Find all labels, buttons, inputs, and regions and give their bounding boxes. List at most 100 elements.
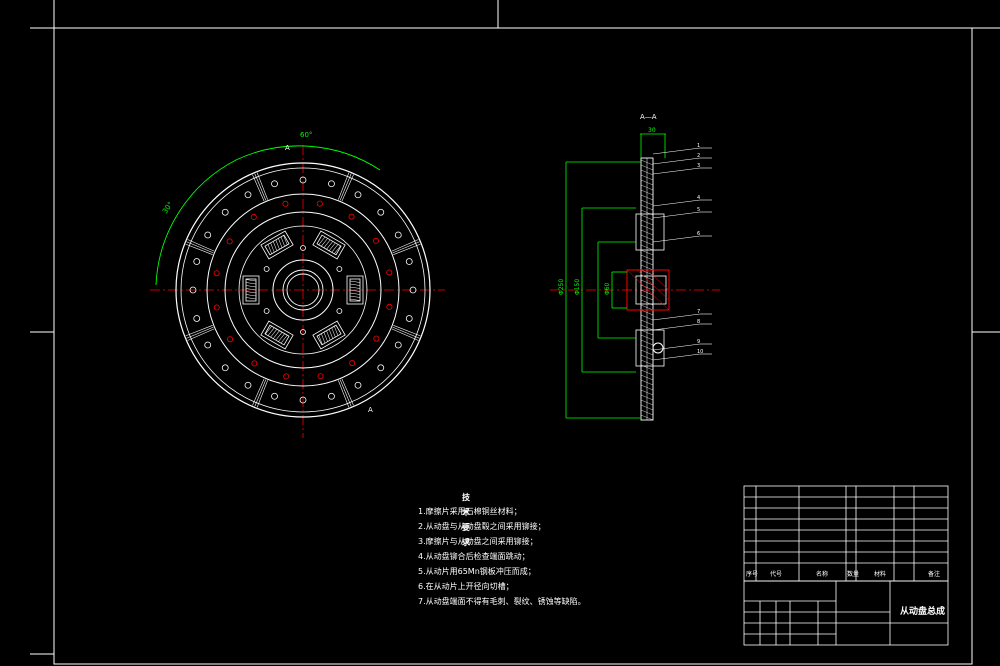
rivet-hole-inner: [316, 200, 323, 207]
rivet-hole: [394, 341, 402, 349]
rivet-hole: [221, 364, 229, 372]
rivet-hole: [394, 231, 402, 239]
part-balloon: 10: [697, 349, 703, 355]
rivet-hole: [193, 258, 201, 265]
hub-hole: [263, 308, 270, 314]
title-block: [743, 485, 949, 646]
rivet-hole: [271, 392, 278, 400]
rivet-hole: [221, 208, 229, 216]
table-header-material: 材料: [874, 571, 887, 578]
segment-hatch-line: [338, 380, 350, 408]
part-balloon: 9: [697, 339, 700, 345]
part-balloon: 4: [697, 195, 700, 201]
leader-line: [652, 313, 701, 321]
rivet-hole-inner: [349, 359, 356, 366]
rivet-hole-inner: [348, 213, 355, 220]
section-mark-top: A: [285, 144, 290, 152]
leader-line: [652, 167, 701, 175]
rivet-hole: [377, 208, 385, 216]
hub-hole: [336, 266, 343, 272]
angle-dim-left: 30°: [161, 200, 175, 215]
damper-spring: [260, 320, 294, 350]
leader-line: [652, 147, 701, 155]
table-header-seq: 序号: [746, 571, 759, 578]
hub-hole: [263, 266, 270, 272]
table-header-name: 名称: [816, 571, 829, 578]
segment-hatch-line: [186, 241, 214, 254]
drawing-name: 从动盘总成: [900, 607, 946, 617]
note-line: 1.摩擦片采用石棉铜丝材料；: [418, 507, 522, 516]
section-mark-bottom: A: [368, 406, 373, 414]
section-title: A—A: [640, 113, 657, 121]
rivet-hole: [354, 191, 362, 199]
segment-hatch-line: [339, 173, 352, 201]
note-line: 2.从动盘与从动盘毂之间采用铆接；: [418, 522, 546, 531]
segment-hatch-line: [339, 379, 352, 407]
part-balloon: 3: [697, 163, 700, 169]
part-balloon: 8: [697, 319, 700, 325]
segment-hatch-line: [256, 380, 268, 408]
front-view: 60° 30° A A: [150, 131, 445, 438]
part-balloon: 2: [697, 153, 700, 159]
part-balloon: 1: [697, 143, 700, 149]
segment-hatch-line: [187, 239, 215, 252]
rivet-hole-inner: [386, 269, 393, 276]
rivet-hole: [204, 231, 212, 239]
d-outer-dim: Φ250: [558, 279, 565, 295]
segment-hatch-line: [256, 172, 268, 200]
leader-line: [652, 353, 701, 361]
segment-hatch-line: [393, 325, 421, 337]
segment-hatch-line: [187, 328, 215, 341]
rivet-hole: [193, 315, 201, 322]
rivet-hole: [328, 392, 335, 400]
hub-hole: [336, 308, 343, 314]
rivet-hole-inner: [213, 304, 220, 311]
leader-line: [652, 323, 701, 331]
leader-line: [652, 157, 701, 165]
segment-hatch-line: [391, 239, 419, 252]
table-header-remark: 备注: [928, 571, 941, 578]
d-hub-dim: Φ60: [604, 282, 611, 295]
part-balloon: 6: [697, 231, 700, 237]
damper-spring: [260, 230, 294, 260]
segment-hatch-line: [341, 174, 354, 202]
rivet-hole-inner: [373, 335, 380, 342]
rivet-hole: [354, 381, 362, 389]
rivet-hole-inner: [251, 360, 258, 367]
rivet-hole: [204, 341, 212, 349]
rivet-hole-inner: [282, 200, 289, 207]
part-balloon: 5: [697, 207, 700, 213]
segment-hatch-line: [341, 378, 354, 406]
segment-hatch-line: [186, 326, 214, 339]
leader-line: [652, 235, 701, 243]
segment-hatch-line: [254, 173, 267, 201]
part-balloon: 7: [697, 309, 700, 315]
leader-line: [652, 199, 701, 207]
segment-hatch-line: [252, 174, 265, 202]
rivet-hole-inner: [213, 270, 220, 277]
d-mid-dim: Φ150: [574, 279, 581, 295]
rivet-hole-inner: [227, 336, 234, 343]
segment-hatch-line: [252, 378, 265, 406]
width-dim: 30: [648, 127, 656, 134]
rivet-hole: [244, 381, 252, 389]
note-line: 6.在从动片上开径向切槽；: [418, 582, 514, 591]
angle-dim-top: 60°: [300, 131, 312, 139]
segment-hatch-line: [338, 172, 350, 200]
segment-hatch-line: [393, 243, 421, 255]
rivet-hole: [328, 180, 335, 188]
rivet-hole-inner: [226, 238, 233, 245]
damper-spring: [312, 320, 346, 350]
segment-hatch-line: [392, 241, 420, 254]
section-view: A—A 30 Φ250 Φ150 Φ60 12345678910: [550, 113, 720, 421]
damper-spring: [312, 230, 346, 260]
note-line: 5.从动片用65Mn钢板冲压而成；: [418, 567, 536, 576]
rivet-hole-inner: [283, 373, 290, 380]
segment-hatch-line: [391, 328, 419, 341]
note-line: 3.摩擦片与从动盘之间采用铆接；: [418, 537, 538, 546]
segment-hatch-line: [392, 326, 420, 339]
table-header-qty: 数量: [847, 571, 860, 578]
table-header-code: 代号: [770, 571, 783, 578]
rivet-hole: [405, 258, 413, 265]
rivet-hole-inner: [250, 214, 257, 221]
